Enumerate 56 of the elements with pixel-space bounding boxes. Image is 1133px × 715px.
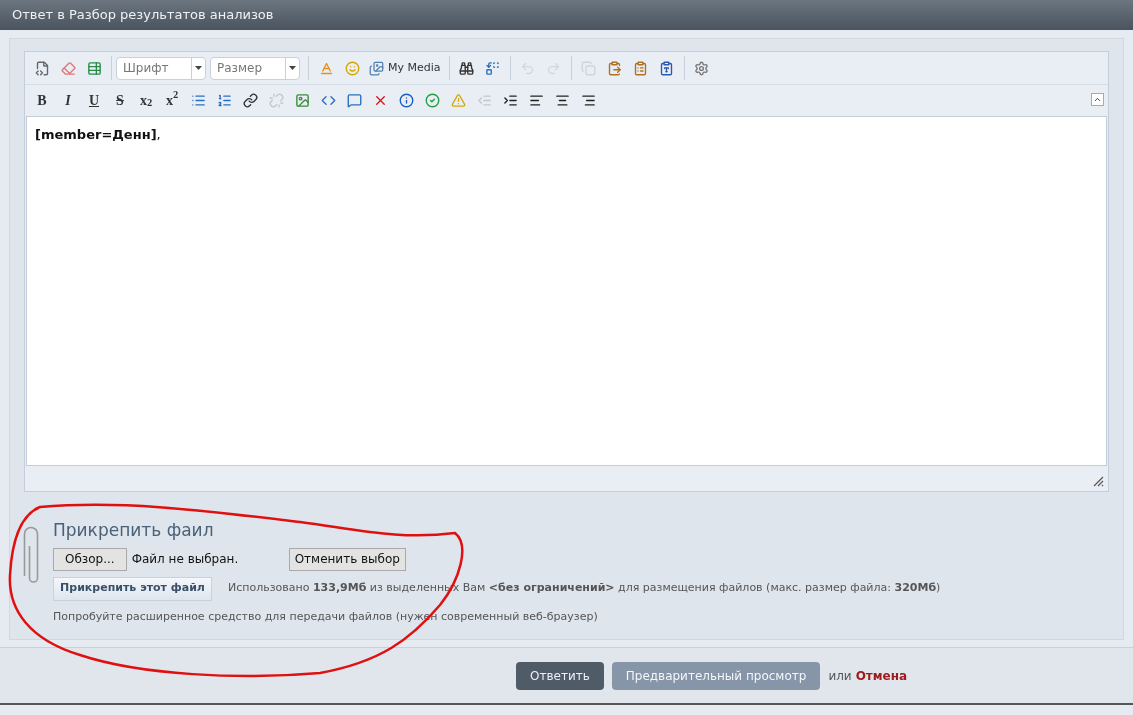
undo-icon: [520, 60, 536, 76]
images-icon: [369, 60, 384, 76]
eraser-icon: [60, 60, 76, 76]
caret-icon: [195, 66, 202, 70]
outdent-icon: [476, 93, 492, 108]
binoculars-icon: [459, 60, 475, 76]
comment-icon: [346, 93, 362, 108]
paste-text-icon: [633, 60, 649, 76]
bullet-list-icon: [190, 93, 206, 108]
resize-grip-icon: [1093, 476, 1104, 487]
check-icon: [424, 93, 440, 108]
numbered-list-icon: [216, 93, 232, 108]
collapse-toolbar-button[interactable]: [1091, 93, 1104, 106]
copy-icon: [581, 60, 597, 76]
redo-icon: [546, 60, 562, 76]
format-button[interactable]: x$^{2}$: [159, 88, 185, 113]
align-right-icon: [580, 93, 596, 108]
reply-button[interactable]: Ответить: [516, 661, 604, 690]
dropdown[interactable]: Шрифт: [116, 56, 206, 80]
image-icon: [294, 93, 310, 108]
attach-heading: Прикрепить фаил: [53, 519, 215, 542]
table-icon: [86, 60, 102, 76]
or-text: или: [828, 667, 852, 685]
warning-icon: [450, 93, 466, 108]
link-icon: [242, 93, 258, 108]
code-icon: [320, 93, 336, 108]
paperclip-icon: [22, 524, 40, 586]
source-icon: [34, 60, 50, 76]
caret-icon: [289, 66, 296, 70]
format-button[interactable]: S: [107, 88, 133, 113]
browse-button[interactable]: Обзор...: [53, 547, 127, 571]
dropdown[interactable]: Размер: [210, 56, 300, 80]
indent-icon: [502, 93, 518, 108]
cancel-link[interactable]: Отмена: [855, 666, 908, 685]
file-status: Файл не выбран.: [131, 551, 240, 568]
text-color-icon: [318, 60, 334, 76]
paste-word-icon: [659, 60, 675, 76]
format-button[interactable]: U: [81, 88, 107, 113]
format-button[interactable]: I: [55, 88, 81, 113]
smiley-icon: [344, 60, 360, 76]
settings-icon: [694, 60, 710, 76]
align-left-icon: [528, 93, 544, 108]
format-button[interactable]: x$_{2}$: [133, 88, 159, 113]
text-area[interactable]: [member=Денн],: [26, 116, 1107, 466]
editor-text: [member=Денн],: [35, 127, 161, 142]
media-button[interactable]: My Media: [365, 56, 445, 80]
clear-selection-button[interactable]: Отменить выбор: [288, 547, 406, 571]
unlink-icon: [268, 93, 284, 108]
replace-icon: [485, 60, 501, 76]
paste-icon: [607, 60, 623, 76]
attach-file-button[interactable]: Прикрепить этот файл: [53, 576, 212, 601]
align-center-icon: [554, 93, 570, 108]
chevron-up-icon: [1093, 95, 1102, 104]
info-icon: [398, 93, 414, 108]
window-title: Ответ в Разбор результатов анализов: [12, 6, 274, 25]
format-button[interactable]: B: [29, 88, 55, 113]
